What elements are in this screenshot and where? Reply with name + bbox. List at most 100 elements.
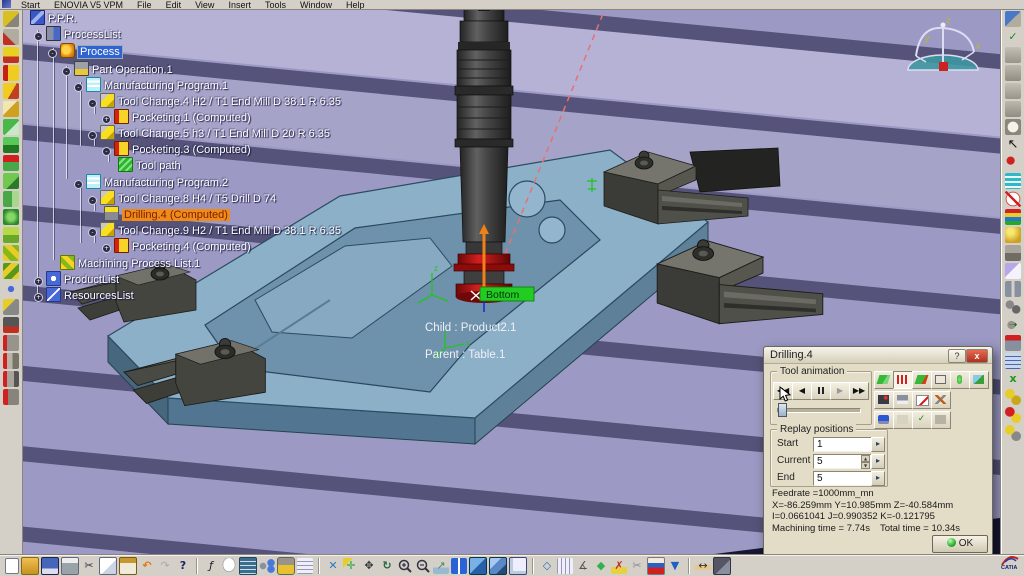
tree-expander[interactable]: - — [88, 196, 97, 205]
window-icon[interactable] — [2, 0, 11, 8]
stamp2-op-icon[interactable] — [1005, 101, 1021, 117]
sim-gears-3-icon[interactable] — [1005, 425, 1021, 441]
boring-op-icon[interactable] — [3, 353, 19, 369]
plunge-op-icon[interactable] — [3, 155, 19, 171]
dialog-title-bar[interactable]: Drilling.4 ? x — [764, 347, 992, 364]
dialog-close-button[interactable]: x — [966, 349, 988, 363]
escape-select-icon[interactable] — [325, 558, 341, 574]
menu-help[interactable]: Help — [339, 0, 372, 10]
tree-expander[interactable]: - — [74, 83, 83, 92]
catalog-icon[interactable] — [1005, 173, 1021, 189]
cut-icon[interactable] — [81, 558, 97, 574]
facing-op-icon[interactable] — [3, 173, 19, 189]
lock-icon[interactable] — [277, 557, 295, 575]
key-annotation-icon[interactable] — [611, 558, 627, 574]
robot-icon[interactable] — [1005, 245, 1021, 261]
sweeping-op-icon[interactable] — [3, 101, 19, 117]
sheet-icon[interactable] — [1005, 263, 1021, 279]
roughing-op-icon[interactable] — [3, 47, 19, 63]
rotate-icon[interactable] — [379, 558, 395, 574]
flag-node-icon[interactable] — [1005, 335, 1021, 351]
animation-slider-track[interactable] — [777, 408, 861, 413]
axis-tool-icon[interactable] — [3, 299, 19, 315]
bottom-point-label[interactable]: Bottom — [471, 287, 534, 301]
section-cut-icon[interactable] — [629, 558, 645, 574]
tree-item-process[interactable]: -Process — [48, 43, 122, 58]
verify-check-button[interactable]: ✓ — [912, 411, 932, 429]
chat-icon[interactable] — [221, 558, 237, 574]
fast-forward-button[interactable]: ▶▶ — [849, 382, 869, 400]
tree-item-machining-process-list[interactable]: Machining Process List.1 — [60, 255, 200, 270]
fit-all-icon[interactable] — [343, 558, 359, 574]
tree-expander[interactable]: - — [62, 67, 71, 76]
pocketing-op-icon[interactable] — [3, 65, 19, 81]
tree-expander[interactable]: + — [34, 277, 43, 286]
paste-op-icon[interactable] — [1005, 65, 1021, 81]
tree-item-part-operation[interactable]: -Part Operation.1 — [62, 61, 173, 76]
tool-spindle[interactable] — [454, 4, 514, 312]
undo-icon[interactable] — [139, 558, 155, 574]
dialog-help-button[interactable]: ? — [948, 349, 966, 363]
faded-option-button[interactable] — [893, 411, 913, 429]
tree-expander[interactable]: - — [102, 147, 111, 156]
tree-item-productlist[interactable]: +ProductList — [34, 271, 119, 286]
profile-op-icon[interactable] — [3, 191, 19, 207]
tree-expander[interactable]: + — [102, 244, 111, 253]
tree-item-tool-change-4[interactable]: -Tool Change.4 H2 / T1 End Mill D 38.1 R… — [88, 93, 341, 108]
select-arrow-icon[interactable]: ↖ — [1005, 137, 1021, 153]
red-pen-icon[interactable] — [1005, 155, 1021, 171]
sketcher-icon[interactable] — [539, 558, 555, 574]
axis-x-icon[interactable]: x — [1005, 371, 1021, 387]
tree-item-drilling-4[interactable]: Drilling.4 (Computed) — [104, 206, 230, 221]
ok-button[interactable]: OK — [932, 535, 988, 553]
menu-edit[interactable]: Edit — [159, 0, 189, 10]
copy-op-icon[interactable] — [1005, 47, 1021, 63]
plate-op-icon[interactable] — [3, 227, 19, 243]
tree-item-pocketing-1[interactable]: +Pocketing.1 (Computed) — [102, 109, 251, 124]
render-tools-icon[interactable] — [713, 557, 731, 575]
pattern2-op-icon[interactable] — [3, 263, 19, 279]
end-pick-button[interactable]: ▸ — [871, 471, 885, 486]
gear-arrow-icon[interactable]: ➝ — [1005, 317, 1021, 333]
tree-expander[interactable]: + — [102, 115, 111, 124]
open-folder-icon[interactable] — [21, 557, 39, 575]
tree-expander[interactable]: - — [34, 32, 43, 41]
video-record-button[interactable] — [874, 391, 894, 409]
analysis-tools-button[interactable] — [931, 391, 951, 409]
gears-icon[interactable] — [1005, 299, 1021, 315]
tree-item-pocketing-3[interactable]: -Pocketing.3 (Computed) — [102, 141, 251, 156]
tree-expander[interactable]: + — [34, 293, 43, 302]
chart-icon[interactable] — [647, 557, 665, 575]
tree-item-pocketing-4[interactable]: +Pocketing.4 (Computed) — [102, 238, 251, 253]
tree-item-ppr[interactable]: P.P.R. — [30, 10, 77, 25]
sim-gears-2-icon[interactable] — [1005, 407, 1021, 423]
zlevel-op-icon[interactable] — [3, 137, 19, 153]
pattern-op-icon[interactable] — [3, 245, 19, 261]
copy-icon[interactable] — [99, 557, 117, 575]
step-back-button[interactable]: ◀ — [792, 382, 812, 400]
filter-icon[interactable] — [667, 558, 683, 574]
save-icon[interactable] — [41, 557, 59, 575]
tree-item-tool-change-8[interactable]: -Tool Change.8 H4 / T5 Drill D 74 — [88, 190, 276, 205]
menu-tools[interactable]: Tools — [258, 0, 293, 10]
structure-icon[interactable] — [259, 558, 275, 574]
pause-button[interactable] — [811, 382, 831, 400]
current-field[interactable]: 5▲▼ — [813, 454, 872, 469]
multi-view-icon[interactable] — [451, 558, 467, 574]
play-button[interactable]: ▶ — [830, 382, 850, 400]
menu-window[interactable]: Window — [293, 0, 339, 10]
current-pick-button[interactable]: ▸ — [871, 454, 885, 469]
spiral-op-icon[interactable] — [3, 209, 19, 225]
collision-check-button[interactable] — [950, 371, 970, 389]
tree-item-tool-path[interactable]: Tool path — [118, 157, 181, 172]
start-pick-button[interactable]: ▸ — [871, 437, 885, 452]
menu-view[interactable]: View — [188, 0, 221, 10]
camera-view-button[interactable] — [874, 411, 894, 429]
tree-expander[interactable]: - — [88, 99, 97, 108]
menu-insert[interactable]: Insert — [221, 0, 258, 10]
machining-ops-icon[interactable] — [1005, 11, 1021, 27]
ramping-op-icon[interactable] — [3, 83, 19, 99]
sim-gears-1-icon[interactable] — [1005, 389, 1021, 405]
photo-render-button[interactable] — [969, 371, 989, 389]
tree-expander[interactable]: - — [88, 228, 97, 237]
